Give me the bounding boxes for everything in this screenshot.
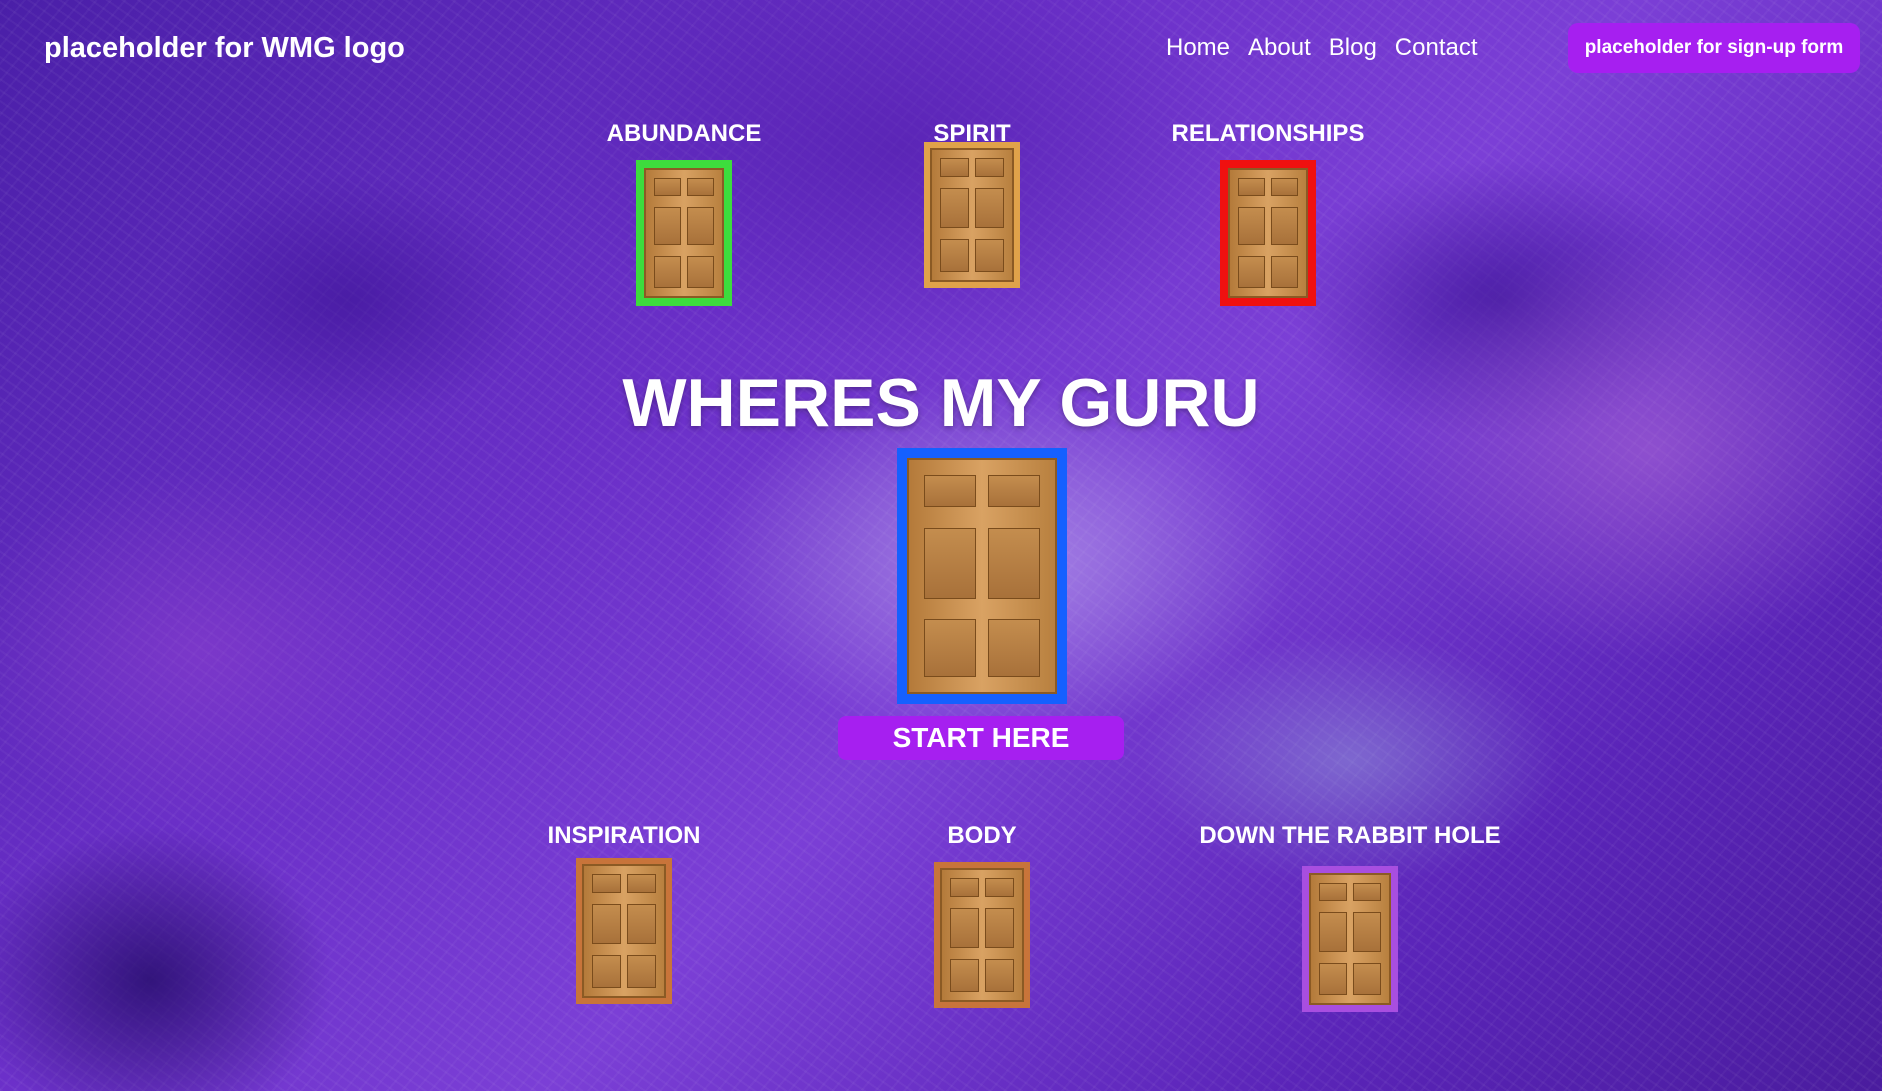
door-group-spirit: SPIRIT — [872, 120, 1072, 288]
door-rabbit-hole[interactable] — [1302, 866, 1398, 1012]
main-nav: Home About Blog Contact — [1166, 34, 1478, 62]
start-here-button[interactable]: START HERE — [838, 716, 1124, 760]
nav-link-contact[interactable]: Contact — [1395, 34, 1478, 62]
door-relationships[interactable] — [1220, 160, 1316, 306]
nav-link-about[interactable]: About — [1248, 34, 1311, 62]
door-icon — [644, 168, 724, 298]
door-abundance[interactable] — [636, 160, 732, 306]
door-icon — [582, 864, 666, 998]
door-label-inspiration: INSPIRATION — [547, 822, 701, 849]
door-group-relationships: RELATIONSHIPS — [1168, 120, 1368, 306]
door-group-rabbit-hole: DOWN THE RABBIT HOLE — [1199, 822, 1501, 1012]
door-icon — [907, 458, 1057, 694]
door-spirit[interactable] — [924, 142, 1020, 288]
door-inspiration[interactable] — [576, 858, 672, 1004]
nav-link-blog[interactable]: Blog — [1329, 34, 1377, 62]
door-icon — [1309, 873, 1391, 1005]
door-group-body: BODY — [882, 822, 1082, 1008]
door-icon — [940, 868, 1024, 1002]
site-logo[interactable]: placeholder for WMG logo — [44, 32, 405, 65]
door-icon — [930, 148, 1014, 282]
main-door[interactable] — [897, 448, 1067, 704]
signup-button[interactable]: placeholder for sign-up form — [1568, 23, 1860, 73]
door-label-rabbit-hole: DOWN THE RABBIT HOLE — [1199, 822, 1501, 849]
door-label-body: BODY — [947, 822, 1017, 849]
door-body[interactable] — [934, 862, 1030, 1008]
nav-link-home[interactable]: Home — [1166, 34, 1230, 62]
door-label-abundance: ABUNDANCE — [606, 120, 762, 147]
door-icon — [1228, 168, 1308, 298]
door-label-relationships: RELATIONSHIPS — [1171, 120, 1365, 147]
page-title: WHERES MY GURU — [622, 365, 1260, 441]
door-group-inspiration: INSPIRATION — [524, 822, 724, 1004]
door-group-abundance: ABUNDANCE — [584, 120, 784, 306]
